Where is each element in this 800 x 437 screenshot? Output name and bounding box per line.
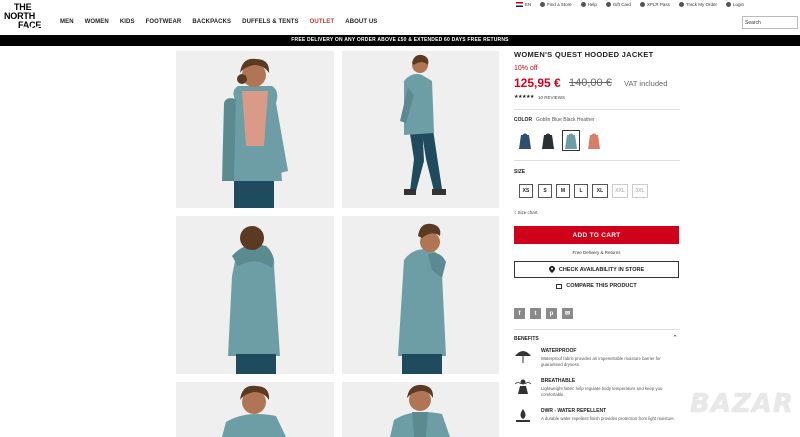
product-image-detail-2[interactable] [342, 382, 499, 437]
pinterest-icon[interactable]: p [546, 308, 557, 319]
benefit-title: BREATHABLE [541, 378, 576, 384]
size-xl[interactable]: XL [592, 184, 608, 198]
compare-label: COMPARE THIS PRODUCT [566, 283, 637, 289]
benefit-description: Waterproof fabric provides an impenetrab… [541, 356, 661, 367]
track-order-link[interactable]: Track My Order [678, 2, 717, 7]
divider [514, 160, 680, 161]
jacket-swatch-icon [565, 133, 577, 149]
original-price: 140,00 € [569, 77, 612, 89]
color-label: COLOR [514, 117, 532, 123]
color-value: Goblin Blue Black Heather [536, 117, 595, 123]
xplr-pass-link[interactable]: XPLR Pass [639, 2, 670, 7]
heart-icon [639, 2, 645, 7]
add-to-cart-button[interactable]: ADD TO CART [514, 226, 679, 244]
language-selector[interactable]: EN [515, 2, 532, 7]
compare-product-link[interactable]: COMPARE THIS PRODUCT [514, 283, 679, 289]
help-link[interactable]: Help [580, 2, 597, 7]
gift-card-label: Gift Card [612, 2, 631, 7]
gift-icon [605, 2, 611, 7]
check-availability-button[interactable]: CHECK AVAILABILITY IN STORE [514, 261, 679, 278]
model-back-image [228, 226, 280, 374]
umbrella-icon [515, 351, 531, 363]
help-label: Help [587, 2, 597, 7]
color-swatch-coral[interactable] [585, 130, 603, 151]
nav-item-outlet[interactable]: OUTLET [310, 19, 335, 25]
benefits-heading[interactable]: BENEFITS [514, 336, 539, 342]
bazar-watermark: BAZAR [690, 389, 794, 419]
benefit-title: WATERPROOF [541, 348, 577, 354]
size-l[interactable]: L [574, 184, 588, 198]
model-front-image [222, 58, 288, 208]
nav-item-backpacks[interactable]: BACKPACKS [192, 19, 231, 25]
product-image-profile[interactable] [342, 216, 499, 374]
size-chart-link[interactable]: ⌇ Size chart [514, 210, 537, 216]
model-detail-image-1 [222, 385, 286, 437]
track-order-label: Track My Order [685, 2, 717, 7]
user-icon [725, 2, 731, 7]
compare-icon [556, 283, 563, 289]
help-icon [580, 2, 586, 7]
water-repellent-icon [516, 409, 530, 422]
size-chart-label: Size chart [517, 210, 538, 215]
site-header: THE NORTH FACE MEN WOMEN KIDS FOOTWEAR B… [0, 0, 800, 34]
rating-stars[interactable]: ★★★★★ [514, 94, 534, 100]
vat-note: VAT included [624, 79, 668, 88]
model-side-image [400, 54, 446, 195]
jacket-swatch-icon [519, 133, 531, 149]
size-m[interactable]: M [556, 184, 570, 198]
facebook-icon[interactable]: f [514, 308, 525, 319]
nav-item-kids[interactable]: KIDS [120, 19, 135, 25]
search-input[interactable]: Search [742, 16, 798, 29]
benefit-description: A durable water repellent finish provide… [541, 416, 675, 421]
discount-label: 10% off [514, 65, 538, 72]
size-xxl[interactable]: XXL [612, 184, 628, 198]
model-profile-image [398, 223, 446, 374]
benefit-description: Lightweight fabric help regulate body te… [541, 386, 663, 397]
location-icon [540, 2, 546, 7]
jacket-swatch-icon [588, 133, 600, 149]
find-store-label: Find a Store [547, 2, 572, 7]
product-image-side-walk[interactable] [342, 51, 499, 208]
language-label: EN [524, 2, 532, 7]
xplr-pass-label: XPLR Pass [646, 2, 670, 7]
divider [514, 329, 680, 330]
product-title: WOMEN'S QUEST HOODED JACKET [514, 50, 654, 59]
color-label-text: COLOR [514, 117, 533, 123]
size-3xl[interactable]: 3XL [632, 184, 648, 198]
product-image-back[interactable] [176, 216, 334, 374]
model-detail-image-2 [390, 384, 450, 437]
social-share: f t p ✉ [514, 308, 573, 319]
login-link[interactable]: Login [725, 2, 744, 7]
color-swatch-goblin-blue[interactable] [562, 130, 580, 151]
breathable-icon [514, 379, 532, 394]
product-image-detail-1[interactable] [176, 382, 334, 437]
free-delivery-link[interactable]: Free Delivery & Returns [514, 250, 679, 255]
nav-item-about[interactable]: ABOUT US [345, 19, 377, 25]
location-pin-icon [548, 266, 555, 273]
nav-item-duffels[interactable]: DUFFELS & TENTS [242, 19, 299, 25]
login-label: Login [732, 2, 744, 7]
divider [514, 109, 680, 110]
size-xs[interactable]: XS [519, 184, 533, 198]
email-icon[interactable]: ✉ [562, 308, 573, 319]
gift-card-link[interactable]: Gift Card [605, 2, 631, 7]
nav-item-footwear[interactable]: FOOTWEAR [146, 19, 182, 25]
benefit-title: DWR - WATER REPELLENT [541, 408, 607, 414]
twitter-icon[interactable]: t [530, 308, 541, 319]
reviews-link[interactable]: 10 REVIEWS [538, 95, 565, 100]
find-store-link[interactable]: Find a Store [540, 2, 572, 7]
uk-flag-icon [515, 2, 523, 7]
size-label: SIZE [514, 169, 526, 175]
jacket-swatch-icon [542, 133, 554, 149]
current-price: 125,95 € [514, 76, 561, 90]
check-availability-label: CHECK AVAILABILITY IN STORE [558, 266, 645, 273]
clock-icon [678, 2, 684, 7]
chevron-up-icon[interactable]: ⌃ [672, 334, 678, 342]
product-image-front[interactable] [176, 51, 334, 208]
utility-bar: EN Find a Store Help Gift Card XPLR Pass… [515, 2, 744, 7]
size-s[interactable]: S [538, 184, 552, 198]
color-swatch-black[interactable] [539, 130, 557, 151]
promo-banner[interactable]: FREE DELIVERY ON ANY ORDER ABOVE £50 & E… [0, 35, 800, 46]
color-swatch-navy[interactable] [516, 130, 534, 151]
